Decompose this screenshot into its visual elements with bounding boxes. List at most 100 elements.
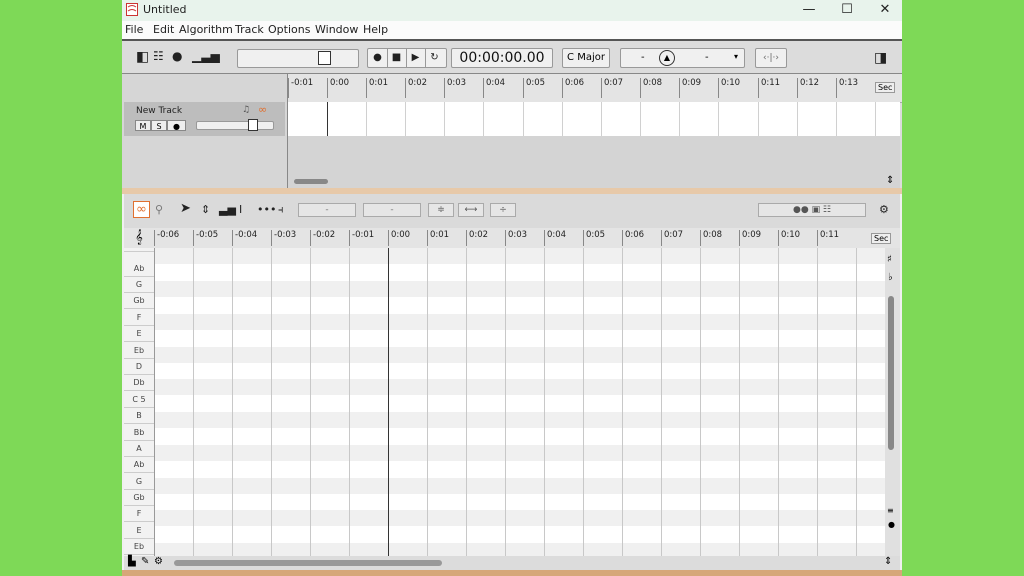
record-arm-button[interactable]: ● [167,120,186,131]
menu-file[interactable]: File [125,23,143,36]
pitch-tool-icon[interactable]: ⇕ [201,203,210,216]
track-name[interactable]: New Track [136,106,182,116]
pencil-icon[interactable]: ✎ [141,556,149,567]
record-button[interactable]: ● [368,49,388,67]
ruler-tick: 0:02 [405,78,427,98]
time-unit-selector[interactable]: Sec [871,233,892,244]
gear-icon[interactable]: ⚙ [879,203,889,216]
slider-thumb[interactable] [318,51,331,65]
key-label[interactable]: Db [124,375,154,391]
key-label[interactable]: Eb [124,539,154,555]
horizontal-scrollbar[interactable] [294,179,328,184]
resize-icon[interactable]: ⇕ [884,556,892,567]
panel-right-icon[interactable]: ◨ [874,50,887,66]
zoom-dot-icon[interactable]: ● [888,520,895,529]
sharp-icon[interactable]: ♯ [887,254,892,265]
maximize-button[interactable]: ☐ [828,0,866,20]
notes-icon[interactable]: ● [172,49,182,63]
mute-button[interactable]: M [135,120,151,131]
value-field-1[interactable]: - [298,203,356,217]
split-tool-icon[interactable]: ⫞ [278,203,284,217]
solo-button[interactable]: S [151,120,167,131]
menu-track[interactable]: Track [235,23,264,36]
key-label[interactable]: G [124,474,154,490]
key-label[interactable]: G [124,277,154,293]
key-label[interactable]: E [124,523,154,539]
grid-line [856,248,857,556]
panel-left-icon[interactable]: ◧ [136,49,149,65]
minimize-button[interactable]: — [790,0,828,20]
view-toggle[interactable]: ●● ▣ ☷ [758,203,866,217]
grid-row [155,510,885,526]
grid-line [583,248,584,556]
distribute-icon[interactable]: ⟷ [458,203,484,217]
window-title: Untitled [143,3,187,16]
close-button[interactable]: ✕ [866,0,902,20]
levels-icon[interactable]: ▁▃▅ [192,49,220,63]
ruler-tick: 0:06 [622,230,644,246]
key-label[interactable]: B [124,408,154,424]
ruler-tick: -0:04 [232,230,257,246]
track-lane[interactable] [288,102,900,136]
key-label[interactable]: E [124,326,154,342]
metronome-icon[interactable]: ▲ [659,50,675,66]
menu-options[interactable]: Options [268,23,310,36]
instrument-icon[interactable]: ♫ [242,105,250,115]
settings-icon[interactable]: ⚙ [154,556,163,567]
playhead[interactable] [388,248,389,556]
menu-edit[interactable]: Edit [153,23,174,36]
tool-icon[interactable]: ▙ [128,556,136,567]
vertical-scrollbar[interactable] [888,296,894,450]
track-volume-slider[interactable] [196,121,274,130]
key-label[interactable]: F [124,506,154,522]
clef-icon[interactable]: 𝄞 [124,228,154,248]
menu-window[interactable]: Window [315,23,358,36]
grid-line [817,248,818,556]
key-label[interactable]: Bb [124,425,154,441]
chevron-down-icon[interactable]: ▾ [734,52,738,61]
menu-help[interactable]: Help [363,23,388,36]
title-bar: Untitled — ☐ ✕ [122,0,902,21]
link-icon[interactable]: ∞ [258,103,267,116]
key-label[interactable]: Ab [124,261,154,277]
track-header[interactable]: New Track ♫ ∞ M S ● [124,102,285,136]
key-label[interactable]: F [124,310,154,326]
key-label[interactable]: A [124,441,154,457]
piano-keys: A Ab G Gb F E Eb D Db C 5 B Bb A Ab G Gb… [124,248,155,556]
quantize-icon[interactable]: ÷ [490,203,516,217]
unlink-icon[interactable]: ⚲ [155,203,163,216]
value-field-2[interactable]: - [363,203,421,217]
velocity-tool-icon[interactable]: ▃▅ [219,203,236,216]
notation-icon[interactable]: ☷ [153,49,164,63]
pianoroll-ruler[interactable]: -0:06 -0:05 -0:04 -0:03 -0:02 -0:01 0:00… [154,228,900,249]
key-label[interactable]: Gb [124,490,154,506]
menu-algorithm[interactable]: Algorithm [179,23,233,36]
zoom-lines-icon[interactable]: ≡ [887,506,894,515]
range-tool-icon[interactable]: I [239,203,242,216]
key-label[interactable]: A [124,248,154,252]
key-signature-button[interactable]: C Major [562,48,610,68]
pointer-tool-icon[interactable]: ➤ [180,201,191,216]
loop-icon[interactable]: ↻ [425,49,444,67]
ruler-tick: 0:06 [562,78,584,98]
zoom-icon[interactable]: ⇕ [886,175,894,186]
key-label[interactable]: Gb [124,293,154,309]
key-label[interactable]: Ab [124,457,154,473]
key-label[interactable]: Eb [124,343,154,359]
tempo-slider[interactable] [237,49,359,68]
tempo-selector[interactable]: - ▲ - ▾ [620,48,745,68]
note-grid[interactable] [155,248,885,556]
time-unit-selector[interactable]: Sec [875,82,896,93]
more-tool-icon[interactable]: ••• [257,203,276,216]
align-icon[interactable]: ≑ [428,203,454,217]
loop-range-button[interactable]: ‹·|·› [755,48,787,68]
play-button[interactable]: ▶ [406,49,426,67]
key-label[interactable]: C 5 [124,392,154,408]
stop-button[interactable]: ■ [387,49,407,67]
horizontal-scrollbar[interactable] [174,560,442,566]
key-label[interactable]: D [124,359,154,375]
flat-icon[interactable]: ♭ [888,272,893,283]
link-icon[interactable]: ∞ [133,201,150,218]
volume-thumb[interactable] [248,119,258,131]
timeline-ruler[interactable]: -0:01 0:00 0:01 0:02 0:03 0:04 0:05 0:06… [288,74,902,103]
